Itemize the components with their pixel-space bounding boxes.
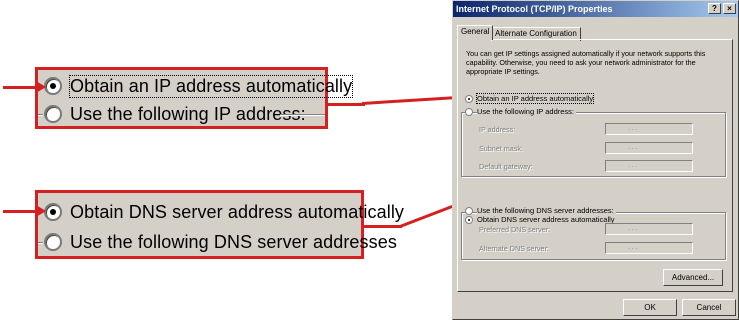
- advanced-button[interactable]: Advanced...: [663, 269, 723, 286]
- dns-manual-radio[interactable]: [465, 207, 473, 215]
- subnet-mask-dots: . . .: [628, 144, 638, 151]
- alternate-dns-field[interactable]: . . .: [605, 242, 693, 254]
- close-button[interactable]: ×: [723, 3, 736, 14]
- ip-auto-option-zoomed[interactable]: Obtain an IP address automatically: [44, 73, 354, 99]
- tcpip-properties-dialog: Internet Protocol (TCP/IP) Properties ? …: [452, 0, 739, 320]
- ip-auto-label-zoomed: Obtain an IP address automatically: [68, 74, 354, 98]
- intro-text: You can get IP settings assigned automat…: [466, 49, 706, 76]
- dialog-titlebar[interactable]: Internet Protocol (TCP/IP) Properties ? …: [453, 1, 738, 17]
- dns-pointer-arrow-head: [36, 205, 46, 217]
- default-gateway-label: Default gateway:: [479, 162, 533, 171]
- cancel-button[interactable]: Cancel: [682, 299, 736, 316]
- ip-auto-radio[interactable]: [465, 95, 473, 103]
- ip-address-dots: . . .: [628, 125, 638, 132]
- dns-manual-label[interactable]: Use the following DNS server addresses:: [477, 206, 616, 215]
- alternate-dns-label: Alternate DNS server:: [479, 244, 549, 253]
- ip-address-label: IP address:: [479, 125, 516, 134]
- default-gateway-dots: . . .: [628, 162, 638, 169]
- ip-auto-label[interactable]: Obtain an IP address automatically: [475, 93, 595, 104]
- ok-button[interactable]: OK: [623, 299, 677, 316]
- preferred-dns-field[interactable]: . . .: [605, 223, 693, 235]
- tab-general[interactable]: General: [457, 25, 494, 40]
- ip-connector-horizontal: [328, 103, 365, 106]
- dns-manual-label-zoomed: Use the following DNS server addresses: [70, 231, 397, 252]
- dns-connector-horizontal: [364, 225, 402, 228]
- dns-auto-radio-zoomed[interactable]: [44, 203, 62, 221]
- ip-auto-radio-zoomed[interactable]: [44, 77, 62, 95]
- subnet-mask-field[interactable]: . . .: [605, 142, 693, 154]
- ip-manual-radio[interactable]: [465, 108, 473, 116]
- dialog-title: Internet Protocol (TCP/IP) Properties: [456, 4, 613, 14]
- ip-manual-label[interactable]: Use the following IP address:: [477, 107, 576, 116]
- ip-pointer-arrow-head: [36, 81, 46, 93]
- ip-manual-radio-zoomed[interactable]: [44, 105, 62, 123]
- dns-auto-option-zoomed[interactable]: Obtain DNS server address automatically: [44, 199, 404, 225]
- ip-groupbox-edge-zoomed: [280, 114, 325, 116]
- ip-groupbox-edge-left-zoomed: [38, 114, 43, 116]
- dns-auto-label-zoomed: Obtain DNS server address automatically: [70, 201, 405, 222]
- default-gateway-field[interactable]: . . .: [605, 160, 693, 172]
- ip-pointer-arrow-line: [3, 86, 37, 89]
- ip-address-field[interactable]: . . .: [605, 123, 693, 135]
- dns-manual-radio-zoomed[interactable]: [44, 233, 62, 251]
- dns-manual-option-zoomed[interactable]: Use the following DNS server addresses: [44, 229, 397, 255]
- subnet-mask-label: Subnet mask:: [479, 144, 523, 153]
- help-button[interactable]: ?: [708, 3, 721, 14]
- preferred-dns-label: Preferred DNS server:: [479, 225, 551, 234]
- dns-callout-box: Obtain DNS server address automatically …: [35, 190, 404, 259]
- ip-manual-label-zoomed: Use the following IP address:: [70, 103, 306, 124]
- preferred-dns-dots: . . .: [628, 225, 638, 232]
- ip-callout-box: Obtain an IP address automatically Use t…: [35, 67, 354, 129]
- alternate-dns-dots: . . .: [628, 244, 638, 251]
- dns-groupbox-edge-left-zoomed: [38, 242, 43, 244]
- ip-connector-diagonal: [361, 95, 460, 105]
- dns-pointer-arrow-line: [3, 210, 37, 213]
- ip-manual-option-zoomed[interactable]: Use the following IP address:: [44, 101, 306, 127]
